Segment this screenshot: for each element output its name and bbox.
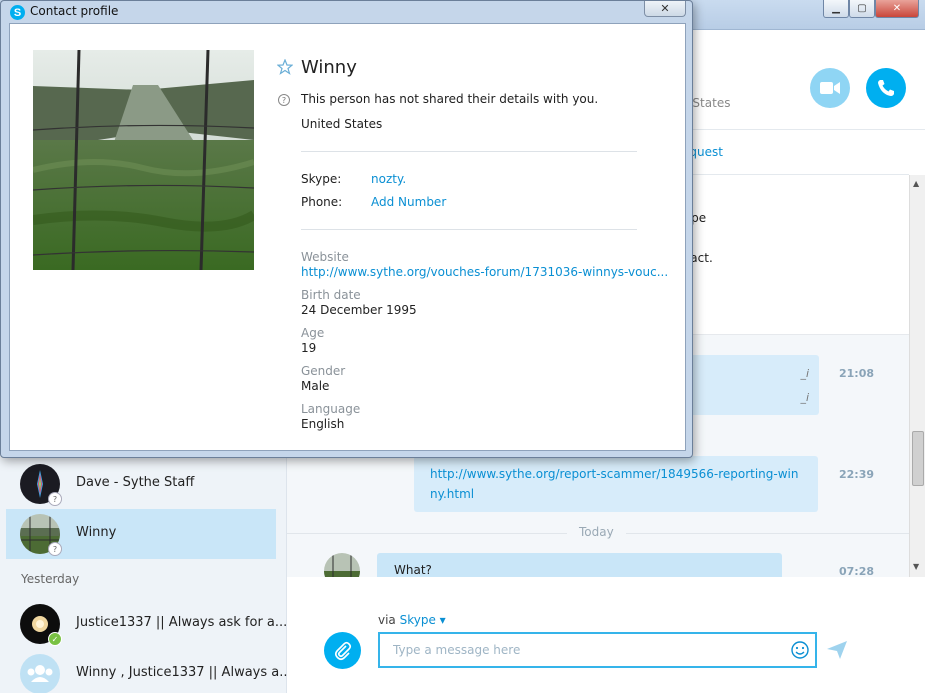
profile-body: Winny ? This person has not shared their… (9, 23, 686, 451)
star-icon[interactable] (277, 59, 293, 75)
profile-photo (33, 50, 254, 270)
scroll-up-icon[interactable]: ▲ (913, 179, 919, 188)
maximize-button[interactable]: ▢ (849, 0, 875, 18)
message-input[interactable] (378, 632, 817, 668)
message-time: 07:28 (839, 565, 875, 577)
close-window-button[interactable]: ✕ (875, 0, 919, 18)
emoji-icon[interactable] (790, 640, 810, 660)
website-label: Website (301, 250, 349, 264)
divider (301, 151, 637, 152)
message-scrollbar[interactable]: ▲ ▼ (909, 175, 925, 577)
profile-name: Winny (301, 57, 357, 78)
birth-date-value: 24 December 1995 (301, 303, 417, 317)
divider (301, 229, 637, 230)
close-dialog-button[interactable]: ✕ (644, 1, 686, 17)
profile-location: United States (301, 117, 383, 131)
presence-unknown-icon: ? (48, 492, 62, 506)
recent-item-justice[interactable]: ✓ Justice1337 || Always ask for a... (6, 599, 287, 649)
message-bubble: What? (377, 553, 782, 577)
language-value: English (301, 417, 345, 431)
close-icon: ✕ (660, 2, 670, 15)
send-icon[interactable] (827, 641, 847, 659)
dialog-titlebar: S Contact profile ✕ (1, 1, 692, 23)
skype-name-link[interactable]: nozty. (371, 172, 406, 186)
recent-item-group[interactable]: Winny , Justice1337 || Always a... (6, 649, 292, 693)
contact-name: Winny , Justice1337 || Always a... (76, 665, 292, 680)
contact-item-winny[interactable]: ? Winny (6, 509, 276, 559)
message-time: 21:08 (839, 367, 875, 380)
presence-online-icon: ✓ (48, 632, 62, 646)
info-icon: ? (278, 94, 290, 106)
date-separator-label: Today (567, 525, 626, 539)
age-value: 19 (301, 341, 317, 355)
phone-icon (878, 80, 894, 96)
dialog-title: Contact profile (30, 4, 119, 18)
message-time: 22:39 (839, 468, 875, 481)
attach-button[interactable] (324, 632, 361, 669)
edited-icon: _i (800, 391, 809, 404)
age-label: Age (301, 326, 325, 340)
presence-unknown-icon: ? (48, 542, 62, 556)
birth-date-label: Birth date (301, 288, 361, 302)
gender-value: Male (301, 379, 330, 393)
compose-area: via Skype ▾ (287, 577, 925, 693)
minimize-button[interactable]: ▁ (823, 0, 849, 18)
via-label: via Skype ▾ (378, 613, 446, 627)
skype-label: Skype: (301, 172, 342, 186)
contact-name: Dave - Sythe Staff (76, 475, 195, 490)
phone-label: Phone: (301, 195, 343, 209)
video-call-icon (820, 82, 840, 94)
scroll-thumb[interactable] (912, 431, 924, 486)
contact-item-dave[interactable]: ? Dave - Sythe Staff (6, 459, 276, 509)
message-text: What? (394, 563, 432, 577)
group-label: Yesterday (21, 572, 80, 586)
message-link[interactable]: http://www.sythe.org/report-scammer/1849… (430, 467, 799, 501)
group-icon (20, 654, 60, 693)
scroll-down-icon[interactable]: ▼ (913, 562, 919, 571)
paperclip-icon (334, 641, 351, 660)
add-number-link[interactable]: Add Number (371, 195, 446, 209)
video-call-button[interactable] (810, 68, 850, 108)
audio-call-button[interactable] (866, 68, 906, 108)
skype-logo-icon: S (10, 5, 25, 20)
avatar (324, 553, 360, 577)
website-link[interactable]: http://www.sythe.org/vouches-forum/17310… (301, 265, 668, 279)
privacy-note: This person has not shared their details… (301, 92, 599, 106)
via-skype-dropdown[interactable]: Skype ▾ (400, 613, 446, 627)
window-controls: ▁ ▢ ✕ (823, 0, 919, 18)
language-label: Language (301, 402, 361, 416)
message-bubble: http://www.sythe.org/report-scammer/1849… (414, 456, 818, 512)
gender-label: Gender (301, 364, 346, 378)
contact-name: Winny (76, 525, 117, 540)
edited-icon: _i (800, 367, 809, 380)
contact-profile-dialog: S Contact profile ✕ Winny ? This person … (0, 0, 693, 458)
contact-name: Justice1337 || Always ask for a... (76, 615, 288, 630)
